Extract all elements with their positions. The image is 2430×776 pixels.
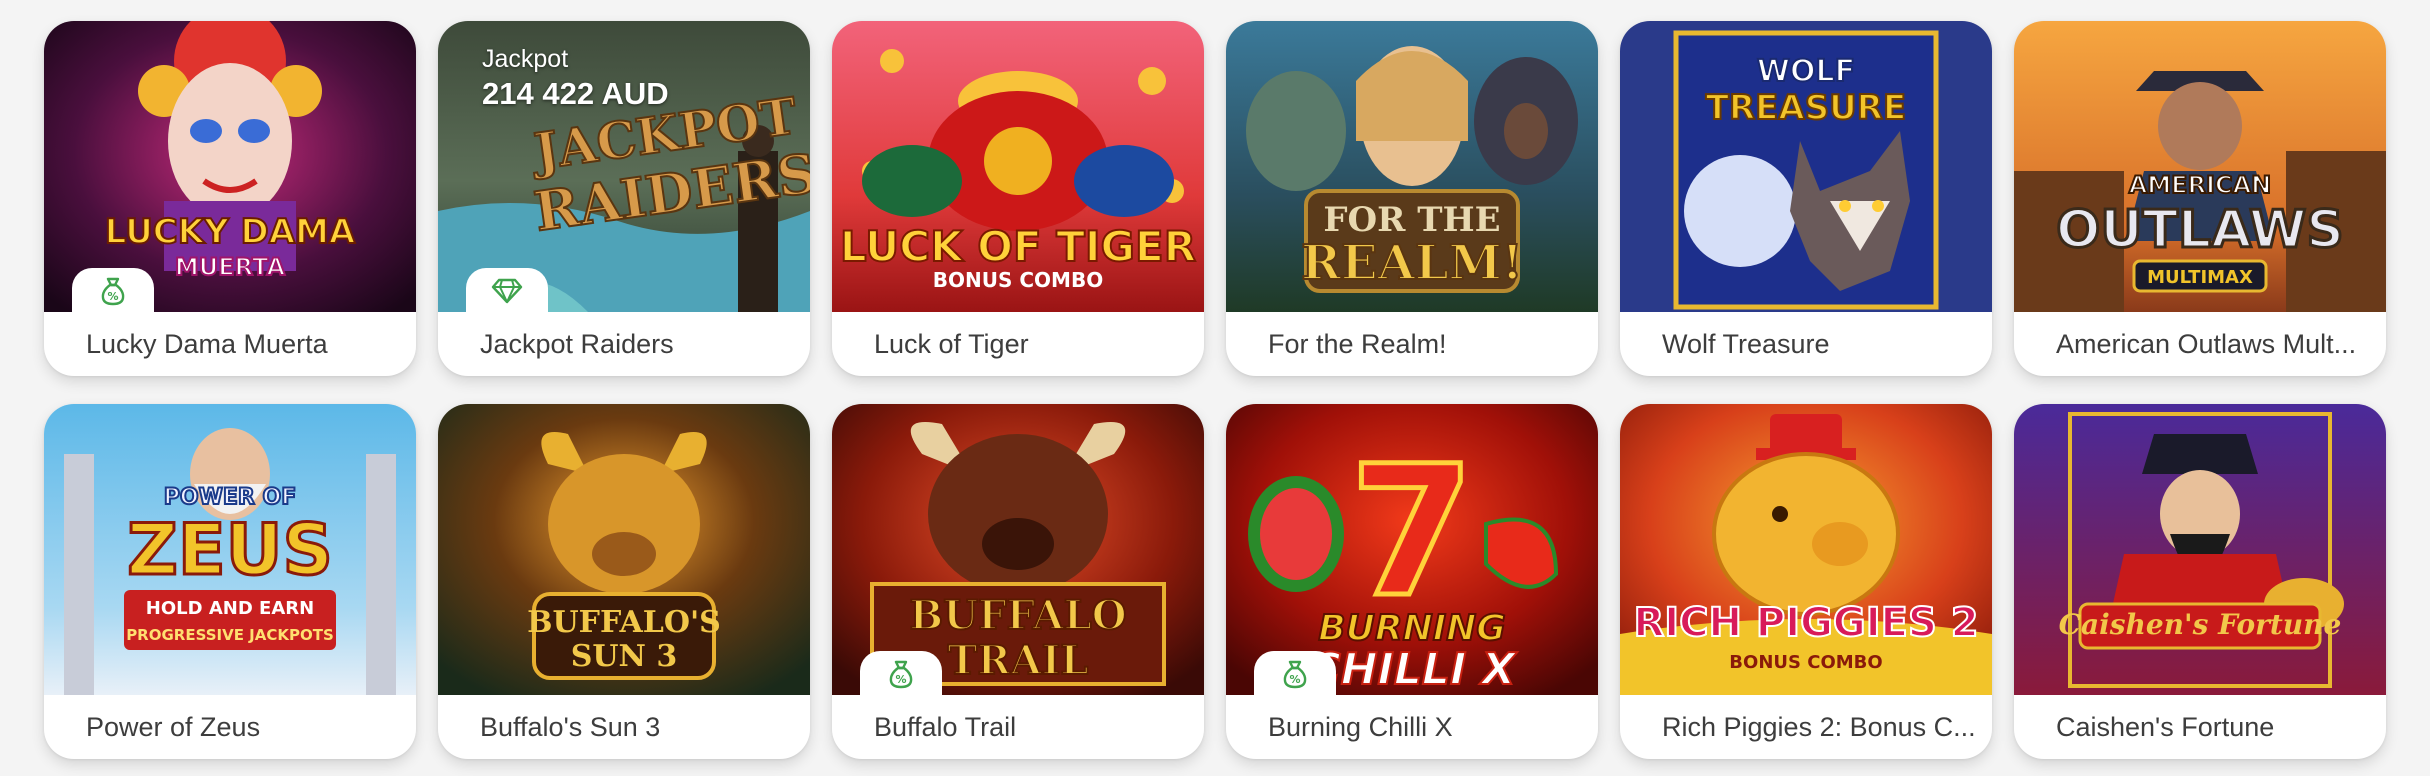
game-art-subtitle: TRAIL: [948, 637, 1089, 684]
svg-text:%: %: [1289, 673, 1300, 686]
game-thumbnail[interactable]: WOLF TREASURE: [1620, 21, 1992, 312]
game-card-buffalo-trail[interactable]: BUFFALO TRAIL % Buffalo Trail: [832, 404, 1204, 759]
game-card-rich-piggies-2[interactable]: RICH PIGGIES 2 BONUS COMBO Rich Piggies …: [1620, 404, 1992, 759]
game-title[interactable]: Buffalo's Sun 3: [480, 695, 796, 759]
game-art-title: AMERICAN: [2129, 171, 2272, 199]
game-title[interactable]: Caishen's Fortune: [2056, 695, 2372, 759]
game-art-subtitle: ZEUS: [127, 509, 333, 591]
game-thumbnail[interactable]: FOR THE REALM!: [1226, 21, 1598, 312]
game-card-wolf-treasure[interactable]: WOLF TREASURE Wolf Treasure: [1620, 21, 1992, 376]
svg-text:%: %: [895, 673, 906, 686]
game-card-burning-chilli-x[interactable]: 7 BURNING CHILLI X % Burning Chilli X: [1226, 404, 1598, 759]
game-card-power-of-zeus[interactable]: POWER OF ZEUS HOLD AND EARN PROGRESSIVE …: [44, 404, 416, 759]
game-art-tagline-2: PROGRESSIVE JACKPOTS: [126, 626, 334, 644]
game-art-subtitle: TREASURE: [1706, 88, 1906, 128]
jackpot-label: Jackpot: [482, 45, 569, 73]
game-title[interactable]: For the Realm!: [1268, 312, 1584, 376]
game-art-badge: MULTIMAX: [2147, 267, 2253, 288]
game-title[interactable]: Rich Piggies 2: Bonus C...: [1662, 695, 1978, 759]
game-thumbnail[interactable]: LUCK OF TIGER BONUS COMBO: [832, 21, 1204, 312]
game-grid: LUCKY DAMA MUERTA % Lucky Dama Muerta JA…: [44, 21, 2386, 759]
game-card-caishens-fortune[interactable]: Caishen's Fortune Caishen's Fortune: [2014, 404, 2386, 759]
game-art-subtitle: REALM!: [1301, 235, 1523, 291]
game-title[interactable]: Burning Chilli X: [1268, 695, 1584, 759]
game-art-subtitle: BONUS COMBO: [1729, 652, 1882, 673]
game-card-luck-of-tiger[interactable]: LUCK OF TIGER BONUS COMBO Luck of Tiger: [832, 21, 1204, 376]
game-art-title: RICH PIGGIES 2: [1633, 600, 1978, 646]
game-thumbnail[interactable]: BUFFALO'S SUN 3: [438, 404, 810, 695]
money-bag-icon: %: [1283, 660, 1307, 689]
game-art-title: WOLF: [1757, 54, 1855, 89]
game-title[interactable]: Power of Zeus: [86, 695, 402, 759]
bonus-badge: %: [1254, 651, 1336, 697]
game-title[interactable]: Jackpot Raiders: [480, 312, 796, 376]
game-thumbnail[interactable]: POWER OF ZEUS HOLD AND EARN PROGRESSIVE …: [44, 404, 416, 695]
game-title[interactable]: American Outlaws Mult...: [2056, 312, 2372, 376]
game-card-buffalos-sun-3[interactable]: BUFFALO'S SUN 3 Buffalo's Sun 3: [438, 404, 810, 759]
money-bag-icon: %: [101, 277, 125, 306]
game-card-jackpot-raiders[interactable]: JACKPOT RAIDERS Jackpot 214 422 AUD Jack…: [438, 21, 810, 376]
game-art-subtitle: BONUS COMBO: [933, 268, 1103, 292]
game-art-tagline: HOLD AND EARN: [146, 598, 314, 619]
game-card-for-the-realm[interactable]: FOR THE REALM! For the Realm!: [1226, 21, 1598, 376]
game-thumbnail[interactable]: Caishen's Fortune: [2014, 404, 2386, 695]
game-title[interactable]: Wolf Treasure: [1662, 312, 1978, 376]
game-title[interactable]: Buffalo Trail: [874, 695, 1190, 759]
jackpot-info: Jackpot 214 422 AUD: [482, 45, 669, 112]
game-art-title: LUCKY DAMA: [105, 212, 356, 252]
svg-text:7: 7: [1349, 428, 1474, 637]
game-thumbnail[interactable]: RICH PIGGIES 2 BONUS COMBO: [1620, 404, 1992, 695]
game-title[interactable]: Luck of Tiger: [874, 312, 1190, 376]
bonus-badge: %: [860, 651, 942, 697]
game-title[interactable]: Lucky Dama Muerta: [86, 312, 402, 376]
game-art-title: FOR THE: [1323, 200, 1500, 240]
game-art-title: BURNING: [1318, 608, 1506, 649]
game-art-subtitle: SUN 3: [571, 639, 678, 674]
svg-text:%: %: [107, 290, 118, 303]
money-bag-icon: %: [889, 660, 913, 689]
bonus-badge: %: [72, 268, 154, 314]
game-art-title: Caishen's Fortune: [2059, 608, 2342, 641]
game-card-lucky-dama-muerta[interactable]: LUCKY DAMA MUERTA % Lucky Dama Muerta: [44, 21, 416, 376]
jackpot-amount: 214 422 AUD: [482, 76, 669, 111]
game-art-title: BUFFALO'S: [527, 605, 721, 640]
game-art-subtitle: CHILLI X: [1308, 644, 1517, 695]
game-art-title: LUCK OF TIGER: [840, 222, 1196, 271]
game-card-american-outlaws[interactable]: AMERICAN OUTLAWS MULTIMAX American Outla…: [2014, 21, 2386, 376]
diamond-icon: [491, 278, 523, 304]
game-thumbnail[interactable]: AMERICAN OUTLAWS MULTIMAX: [2014, 21, 2386, 312]
game-art-subtitle: MUERTA: [175, 253, 286, 281]
jackpot-badge: [466, 268, 548, 314]
game-art-subtitle: OUTLAWS: [2056, 200, 2344, 260]
game-art-title: POWER OF: [164, 485, 296, 510]
game-art-title: BUFFALO: [909, 592, 1126, 639]
